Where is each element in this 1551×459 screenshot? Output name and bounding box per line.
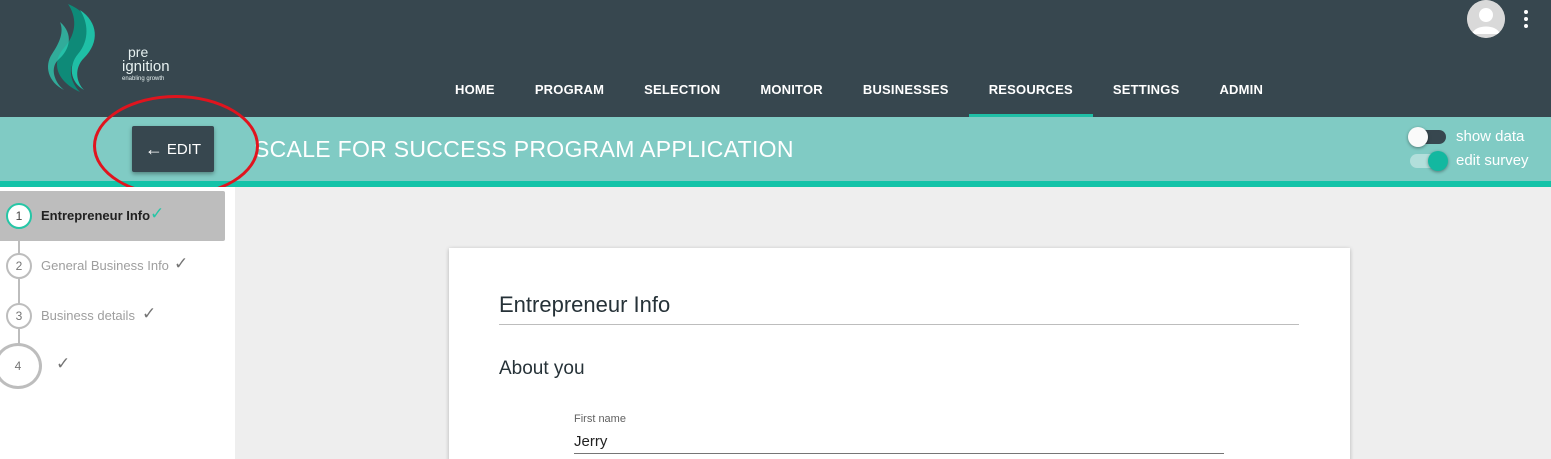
step-2-circle[interactable]: 2 [6,253,32,279]
step-2-label[interactable]: General Business Info [41,258,169,273]
first-name-label: First name [574,413,626,425]
page-title: SCALE FOR SUCCESS PROGRAM APPLICATION [254,136,794,162]
show-data-toggle-row: show data [1408,126,1525,147]
nav-item-admin[interactable]: ADMIN [1199,70,1283,117]
step-1-check-icon: ✓ [150,204,165,223]
more-options-icon[interactable] [1518,10,1534,28]
nav-item-monitor[interactable]: MONITOR [740,70,843,117]
logo-text-ignition: ignition [122,58,170,75]
edit-survey-label: edit survey [1456,152,1529,169]
step-2-check-icon: ✓ [174,254,189,273]
step-3-circle[interactable]: 3 [6,303,32,329]
user-avatar-icon [1467,0,1505,38]
step-3-check-icon: ✓ [142,304,157,323]
step-1-label[interactable]: Entrepreneur Info [41,208,150,223]
form-card: Entrepreneur Info About you First name [449,248,1350,459]
preignition-logo[interactable]: pre ignition enabling growth [40,2,170,94]
edit-button[interactable]: ← EDIT [132,126,214,172]
subsection-title: About you [499,358,585,379]
step-1-circle[interactable]: 1 [6,203,32,229]
edit-survey-toggle-row: edit survey [1410,150,1529,171]
top-navbar: pre ignition enabling growth HOME PROGRA… [0,0,1551,117]
nav-item-selection[interactable]: SELECTION [624,70,740,117]
show-data-toggle[interactable] [1408,126,1446,147]
nav-item-home[interactable]: HOME [435,70,515,117]
show-data-label: show data [1456,128,1525,145]
step-3-label[interactable]: Business details [41,308,135,323]
logo-tagline: enabling growth [122,76,165,82]
nav-item-settings[interactable]: SETTINGS [1093,70,1200,117]
main-nav: HOME PROGRAM SELECTION MONITOR BUSINESSE… [435,70,1283,117]
edit-survey-toggle[interactable] [1410,150,1448,171]
section-title: Entrepreneur Info [499,292,1299,325]
step-4-check-icon: ✓ [56,354,71,373]
nav-item-businesses[interactable]: BUSINESSES [843,70,969,117]
user-avatar[interactable] [1467,0,1505,38]
stepper-connector-line [18,228,20,348]
nav-item-resources[interactable]: RESOURCES [968,70,1093,117]
nav-item-program[interactable]: PROGRAM [515,70,624,117]
arrow-left-icon: ← [144,139,163,159]
edit-button-label: EDIT [166,140,202,158]
first-name-field[interactable] [574,430,1224,454]
